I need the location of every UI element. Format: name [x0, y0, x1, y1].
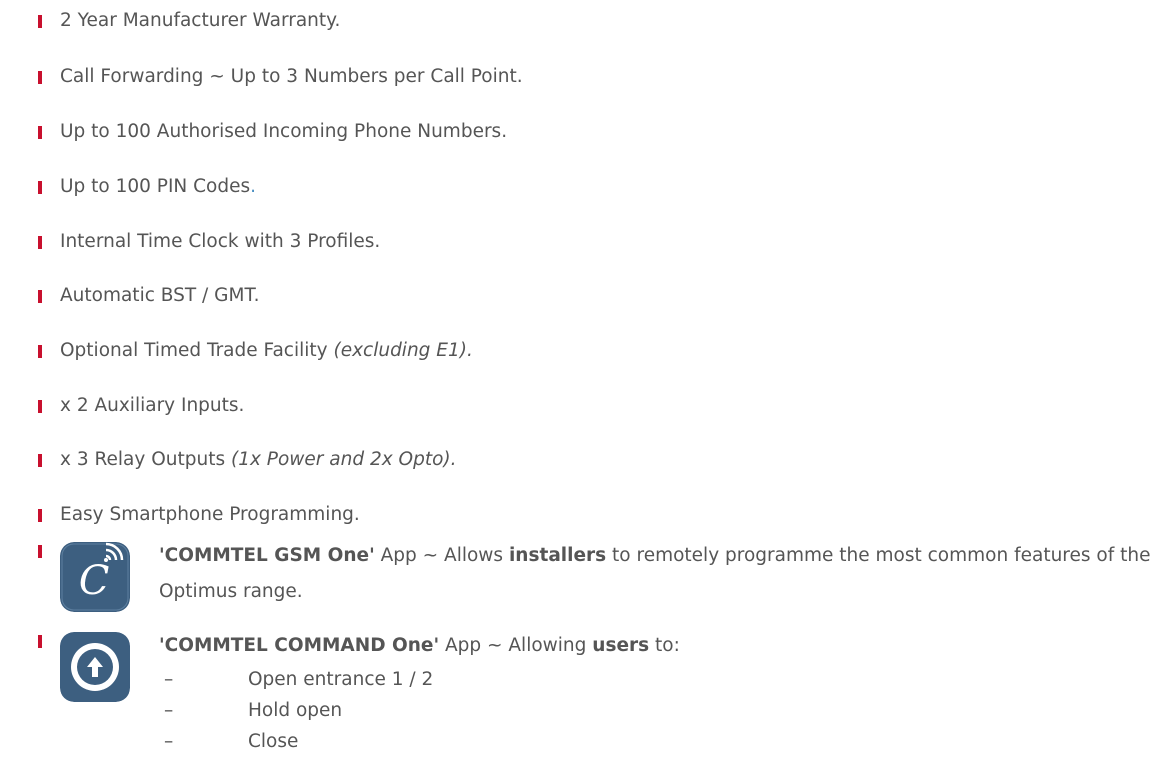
feature-text: Internal Time Clock with 3 Profiles.	[60, 231, 381, 252]
feature-text: 2 Year Manufacturer Warranty.	[60, 10, 341, 31]
dash-marker: –	[164, 731, 174, 752]
dash-marker: –	[164, 700, 174, 721]
app-description: 'COMMTEL COMMAND One' App ~ Allowing use…	[159, 628, 1159, 757]
feature-text: Easy Smartphone Programming.	[60, 504, 360, 525]
bullet-marker	[38, 180, 42, 194]
feature-text: Optional Timed Trade Facility (excluding…	[60, 340, 473, 361]
feature-text: x 2 Auxiliary Inputs.	[60, 395, 245, 416]
bullet-marker	[38, 635, 42, 648]
bullet-marker	[38, 344, 42, 358]
action-hold-open: – Hold open	[159, 695, 1159, 726]
bullet-marker	[38, 453, 42, 467]
bullet-marker	[38, 125, 42, 139]
app-actions-list: – Open entrance 1 / 2 – Hold open – Clos…	[159, 664, 1159, 757]
commtel-gsm-one-icon: C	[60, 542, 130, 612]
feature-text: Up to 100 PIN Codes.	[60, 176, 257, 197]
action-close: – Close	[159, 726, 1159, 757]
feature-text: Up to 100 Authorised Incoming Phone Numb…	[60, 121, 508, 142]
bullet-marker	[38, 399, 42, 413]
svg-text:C: C	[79, 558, 110, 604]
bullet-marker	[38, 289, 42, 303]
action-open-entrance: – Open entrance 1 / 2	[159, 664, 1159, 695]
bullet-marker	[38, 14, 42, 28]
dash-marker: –	[164, 669, 174, 690]
bullet-marker	[38, 545, 42, 558]
bullet-marker	[38, 235, 42, 249]
action-label: Open entrance 1 / 2	[248, 669, 434, 690]
bullet-marker	[38, 70, 42, 84]
feature-text: Automatic BST / GMT.	[60, 285, 260, 306]
bullet-marker	[38, 508, 42, 522]
action-label: Close	[248, 731, 299, 752]
action-label: Hold open	[248, 700, 343, 721]
feature-text: Call Forwarding ~ Up to 3 Numbers per Ca…	[60, 66, 523, 87]
app-description: 'COMMTEL GSM One' App ~ Allows installer…	[159, 545, 1151, 602]
commtel-command-one-icon	[60, 632, 130, 702]
feature-text: x 3 Relay Outputs (1x Power and 2x Opto)…	[60, 449, 457, 470]
